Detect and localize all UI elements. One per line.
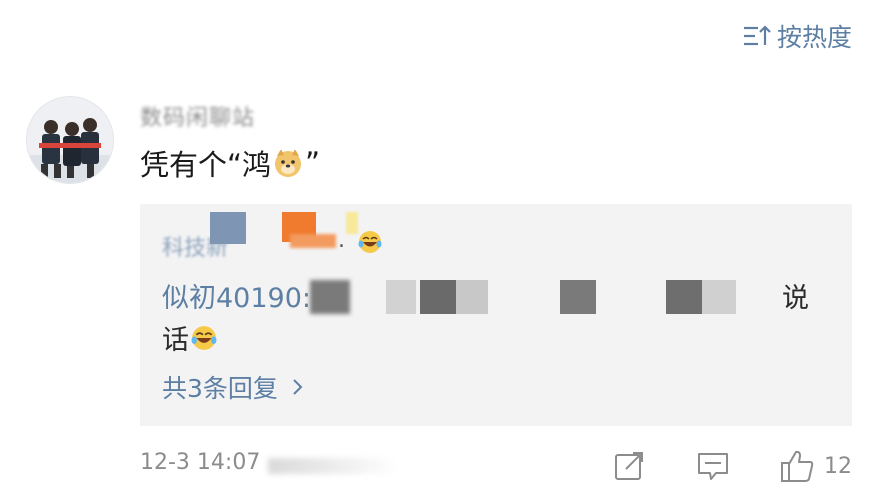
laugh-cry-emoji	[358, 231, 382, 253]
more-replies-label: 共3条回复	[162, 374, 278, 403]
view-more-replies-link[interactable]: 共3条回复	[162, 369, 308, 405]
sort-label: 按热度	[776, 23, 852, 52]
comment-timestamp: 12-3 14:07	[140, 450, 261, 475]
reply-first-dot: .	[338, 228, 345, 253]
sort-by-hot-button[interactable]: 按热度	[743, 18, 852, 54]
like-button[interactable]: 12	[780, 448, 852, 484]
redacted-block	[560, 280, 596, 314]
sort-lines-icon	[743, 25, 771, 46]
doge-emoji	[275, 149, 302, 177]
laugh-cry-emoji	[191, 325, 217, 350]
reply-text-tail: 说	[782, 283, 809, 314]
reply-line-2-text: 话	[162, 325, 189, 356]
reply-line-3: 话	[162, 318, 217, 357]
share-icon	[615, 452, 643, 480]
reply-box[interactable]: 科技新 . 似初40190: 说 话 共3条回复	[140, 204, 852, 426]
comment-actions: 12	[612, 444, 852, 488]
reply-comment-button[interactable]	[696, 449, 730, 483]
reply-nickname[interactable]: 似初40190:	[162, 283, 311, 314]
redacted-block	[702, 280, 736, 314]
thumbs-up-icon	[781, 450, 814, 482]
like-count: 12	[824, 453, 852, 479]
comment-text-end: ”	[305, 146, 321, 180]
comment-text: 凭有个“鸿 ”	[140, 142, 320, 184]
redacted-block	[386, 280, 416, 314]
redacted-block	[290, 234, 336, 248]
redacted-block	[310, 280, 350, 314]
redacted-block	[420, 280, 456, 314]
redacted-block	[210, 212, 246, 244]
chevron-right-icon	[293, 379, 303, 395]
redacted-block	[346, 212, 358, 234]
share-button[interactable]	[612, 449, 646, 483]
redacted-location	[268, 458, 398, 474]
redacted-block	[456, 280, 488, 314]
comment-username[interactable]: 数码闲聊站	[140, 100, 255, 132]
comment-text-body: 凭有个“鸿	[140, 148, 272, 182]
comment-icon	[698, 453, 728, 480]
redacted-block	[666, 280, 702, 314]
avatar[interactable]	[26, 96, 114, 184]
